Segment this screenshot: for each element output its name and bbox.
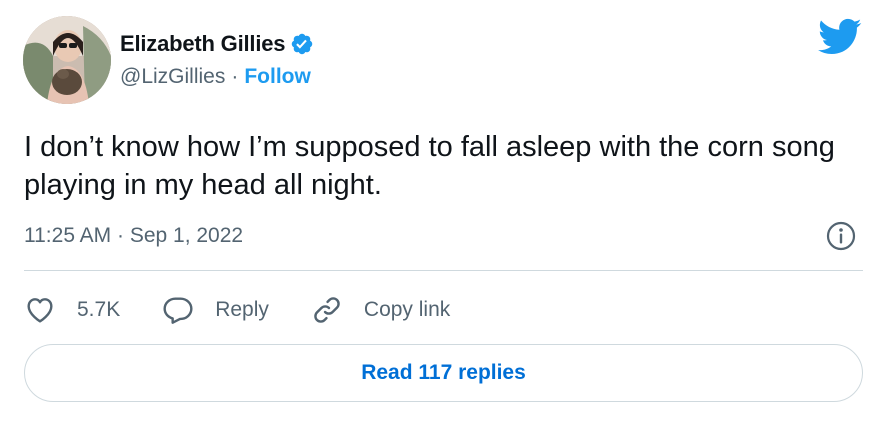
copy-link-label: Copy link <box>363 298 451 321</box>
tweet-text: I don’t know how I’m supposed to fall as… <box>24 131 835 201</box>
separator-dot: · <box>231 65 239 88</box>
author-display-name[interactable]: Elizabeth Gillies <box>120 31 286 57</box>
tweet-timestamp[interactable]: 11:25 AM · Sep 1, 2022 <box>24 222 243 250</box>
verified-badge-icon <box>290 32 314 56</box>
link-icon <box>314 297 340 323</box>
tweet-actions: 5.7K Reply Copy link <box>24 292 492 328</box>
copy-link-button[interactable]: Copy link <box>311 294 450 326</box>
info-icon[interactable] <box>825 220 857 252</box>
reply-label: Reply <box>215 298 269 321</box>
heart-icon <box>27 298 53 323</box>
reply-button[interactable]: Reply <box>162 294 269 326</box>
like-button[interactable]: 5.7K <box>24 294 120 326</box>
avatar[interactable] <box>23 16 111 104</box>
read-replies-button[interactable]: Read 117 replies <box>24 344 863 402</box>
follow-button[interactable]: Follow <box>244 65 311 89</box>
author-name-row: Elizabeth Gillies <box>120 30 314 58</box>
twitter-bird-icon[interactable] <box>818 18 862 56</box>
reply-bubble-icon <box>163 297 193 324</box>
avatar-photo <box>23 16 111 104</box>
like-count: 5.7K <box>77 298 121 321</box>
divider <box>24 270 863 271</box>
author-handle-row: @LizGillies · Follow <box>120 63 311 91</box>
author-handle[interactable]: @LizGillies <box>120 65 225 89</box>
tweet-embed: Elizabeth Gillies @LizGillies · Follow I… <box>0 0 879 421</box>
